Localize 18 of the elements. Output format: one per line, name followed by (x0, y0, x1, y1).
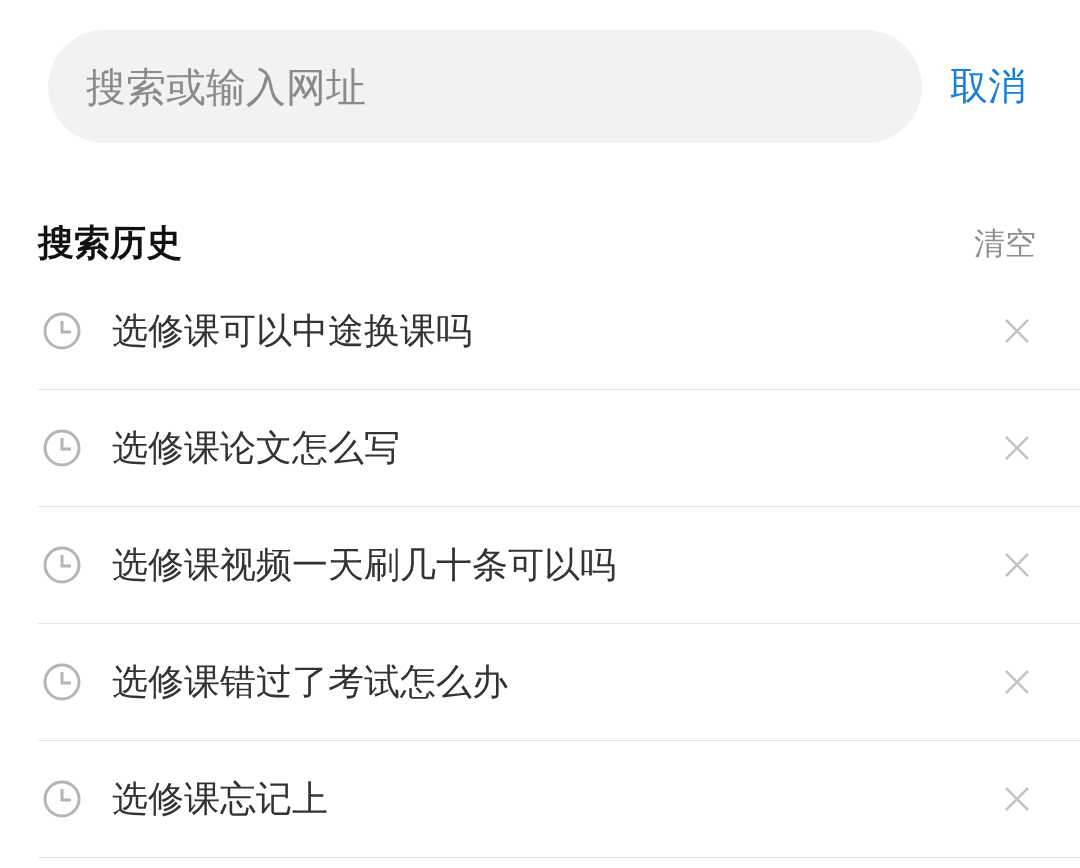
clock-icon (43, 663, 81, 701)
close-icon[interactable] (1004, 552, 1030, 578)
history-item[interactable]: 选修课视频一天刷几十条可以吗 (112, 538, 616, 592)
close-icon[interactable] (1004, 318, 1030, 344)
close-icon[interactable] (1004, 669, 1030, 695)
clock-icon (43, 312, 81, 350)
clock-icon (43, 429, 81, 467)
history-item[interactable]: 选修课忘记上 (112, 772, 328, 826)
history-item[interactable]: 选修课论文怎么写 (112, 421, 400, 475)
section-title: 搜索历史 (38, 221, 182, 265)
cancel-button[interactable]: 取消 (950, 58, 1026, 115)
history-item[interactable]: 选修课错过了考试怎么办 (112, 655, 508, 709)
search-field[interactable]: 搜索或输入网址 (48, 30, 922, 143)
clock-icon (43, 780, 81, 818)
close-icon[interactable] (1004, 435, 1030, 461)
history-item[interactable]: 选修课可以中途换课吗 (112, 304, 472, 358)
clock-icon (43, 546, 81, 584)
close-icon[interactable] (1004, 786, 1030, 812)
